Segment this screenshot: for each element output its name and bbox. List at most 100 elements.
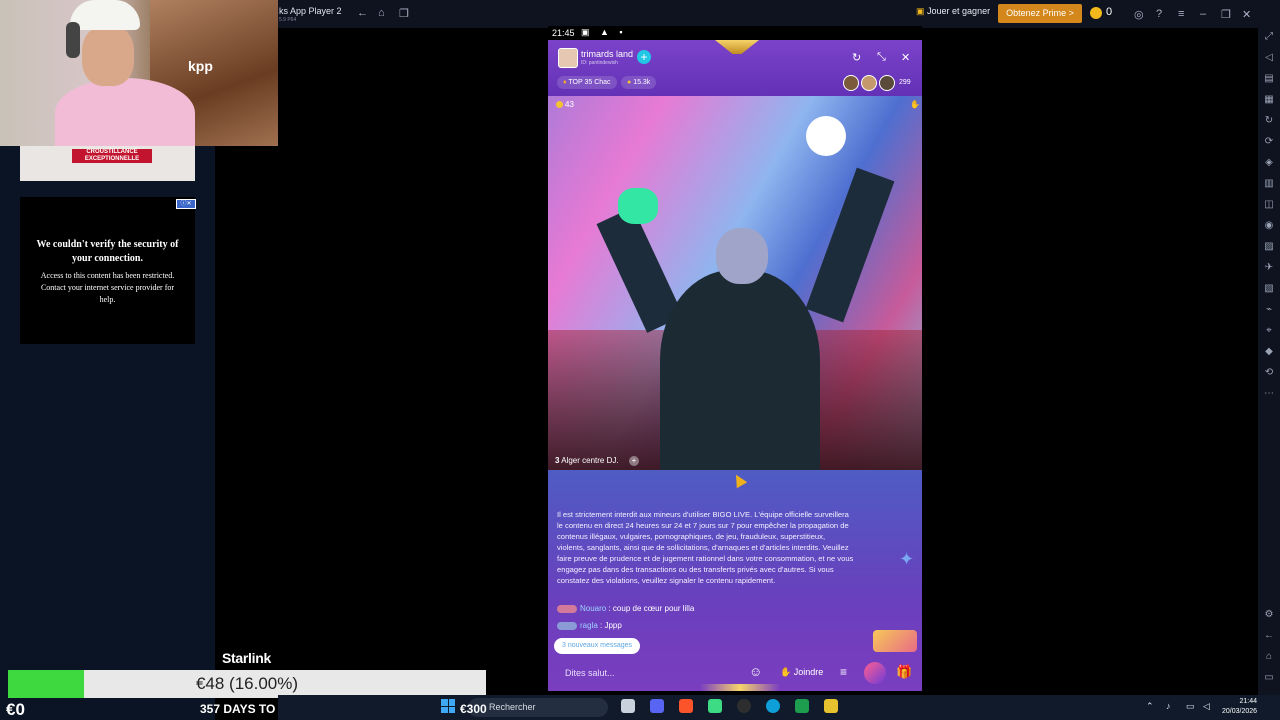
- close-icon[interactable]: ✕: [1242, 8, 1251, 21]
- room-rank: 3: [555, 456, 560, 465]
- join-button[interactable]: ✋ Joindre: [780, 667, 823, 678]
- controller-icon: ▣: [916, 6, 925, 16]
- bean-icon: ●: [627, 79, 632, 86]
- new-messages-button[interactable]: 3 nouveaux messages: [554, 638, 641, 654]
- excel-icon[interactable]: [795, 699, 809, 713]
- chat-text: : coup de cœur pour lilla: [608, 604, 695, 613]
- price-overlay: €300: [460, 702, 487, 716]
- level-badge: [557, 604, 577, 613]
- task-view-icon[interactable]: [621, 699, 635, 713]
- account-icon[interactable]: ◎: [1134, 8, 1144, 21]
- obs-icon[interactable]: [737, 699, 751, 713]
- rotate-icon[interactable]: ⟲: [1262, 366, 1276, 380]
- security-message: Access to this content has been restrict…: [40, 271, 175, 304]
- app-icon[interactable]: [824, 699, 838, 713]
- multitask-icon[interactable]: ❐: [399, 7, 409, 20]
- chat-message[interactable]: Nouaro : coup de cœur pour lilla: [557, 604, 694, 613]
- volume-icon[interactable]: ◁: [1262, 51, 1276, 65]
- likes-icon: [556, 101, 563, 108]
- share-icon[interactable]: ↻: [852, 51, 861, 64]
- host-id: ID: pantindewish: [581, 60, 618, 66]
- emoji-icon[interactable]: ☺: [749, 664, 762, 679]
- game-icon[interactable]: [864, 662, 886, 684]
- streamer-shirt: [55, 78, 195, 146]
- close-room-icon[interactable]: ✕: [901, 51, 910, 64]
- status-time: 21:45: [552, 28, 575, 38]
- macro-icon[interactable]: ↻: [1262, 114, 1276, 128]
- dj-head: [716, 228, 768, 284]
- join-label: Joindre: [793, 667, 824, 677]
- android-back-icon[interactable]: ←: [1262, 629, 1276, 643]
- help-icon[interactable]: ?: [1156, 8, 1162, 20]
- location-icon[interactable]: ⌖: [1262, 324, 1276, 338]
- viewer-count[interactable]: 299: [899, 79, 911, 86]
- add-room-icon[interactable]: +: [629, 456, 639, 466]
- performance-icon[interactable]: ▥: [1262, 177, 1276, 191]
- host-name[interactable]: trimards land: [581, 49, 633, 59]
- bluestacks-icon[interactable]: [708, 699, 722, 713]
- sync-icon[interactable]: ⟳: [1262, 135, 1276, 149]
- viewer-avatar[interactable]: [879, 75, 895, 91]
- footer-ornament: [700, 684, 780, 691]
- speaker-icon[interactable]: ◁: [1203, 701, 1210, 712]
- multi-instance-icon[interactable]: ▧: [1262, 282, 1276, 296]
- settings-icon[interactable]: ⚙: [1262, 608, 1276, 622]
- chat-username: Nouaro: [580, 604, 607, 613]
- donation-total: €0: [6, 700, 25, 719]
- menu-icon[interactable]: ≡: [840, 665, 847, 679]
- brave-icon[interactable]: [679, 699, 693, 713]
- rank-label: TOP 35 Chac: [568, 79, 611, 86]
- windows-start-icon[interactable]: [441, 699, 455, 713]
- app-title: ks App Player 2: [279, 6, 342, 16]
- rank-badge[interactable]: ♦ TOP 35 Chac: [557, 76, 617, 89]
- chat-input[interactable]: Dites salut...: [565, 668, 615, 678]
- eco-mode-icon[interactable]: ⌁: [1262, 303, 1276, 317]
- streamer-face: [82, 26, 134, 86]
- discord-icon[interactable]: [650, 699, 664, 713]
- coin-count: 0: [1106, 6, 1113, 18]
- minimize-room-icon[interactable]: ⤡: [877, 51, 886, 64]
- play-and-earn-button[interactable]: ▣ Jouer et gagner: [916, 6, 990, 17]
- chat-message[interactable]: ragla : Jppp: [557, 621, 622, 630]
- airplane-icon[interactable]: ✈: [1262, 261, 1276, 275]
- event-banner[interactable]: [873, 630, 917, 652]
- viewer-avatar[interactable]: [843, 75, 859, 91]
- media-icon[interactable]: ▨: [1262, 240, 1276, 254]
- network-icon[interactable]: ▭: [1186, 701, 1195, 712]
- gamepad-icon[interactable]: ◈: [1262, 156, 1276, 170]
- level-badge: [557, 621, 577, 630]
- microphone-icon[interactable]: ♪: [1166, 701, 1171, 711]
- more-icon[interactable]: ⋯: [1262, 387, 1276, 401]
- play-earn-label: Jouer et gagner: [927, 6, 991, 16]
- host-avatar[interactable]: [558, 48, 578, 68]
- android-home-icon[interactable]: ⌂: [1262, 650, 1276, 664]
- record-icon[interactable]: ◉: [1262, 219, 1276, 233]
- maximize-icon[interactable]: ❐: [1221, 8, 1231, 21]
- get-prime-button[interactable]: Obtenez Prime >: [998, 4, 1082, 23]
- follow-button[interactable]: +: [637, 50, 651, 64]
- keyboard-icon[interactable]: ▤: [1262, 72, 1276, 86]
- taskbar-clock[interactable]: 21:44 20/03/2026: [1222, 697, 1257, 717]
- apk-icon[interactable]: ▦: [1262, 93, 1276, 107]
- viewer-avatar[interactable]: [861, 75, 877, 91]
- back-icon[interactable]: ←: [357, 7, 368, 19]
- donation-goal-label: Starlink: [222, 650, 271, 666]
- beans-badge[interactable]: ● 15.3k: [621, 76, 657, 89]
- donation-goal-amount: €48 (16.00%): [195, 674, 299, 693]
- gift-icon[interactable]: 🎁: [896, 664, 912, 680]
- hand-icon[interactable]: ✋: [910, 100, 920, 109]
- ad-choices-icon[interactable]: ⓘ✕: [176, 199, 196, 209]
- screenshot-icon[interactable]: ◫: [1262, 198, 1276, 212]
- security-title: We couldn't verify the security of your …: [36, 239, 179, 264]
- minimize-icon[interactable]: –: [1200, 8, 1206, 20]
- streamer-cap: [70, 0, 140, 30]
- layers-icon[interactable]: ◆: [1262, 345, 1276, 359]
- menu-icon[interactable]: ≡: [1178, 8, 1184, 20]
- android-recents-icon[interactable]: ▭: [1262, 671, 1276, 685]
- edge-icon[interactable]: [766, 699, 780, 713]
- fullscreen-icon[interactable]: ⤢: [1262, 30, 1276, 44]
- home-icon[interactable]: ⌂: [378, 7, 385, 19]
- tray-chevron-icon[interactable]: ⌃: [1146, 701, 1154, 712]
- poster-text: kpp: [188, 58, 213, 74]
- emulator-sidebar: [1258, 28, 1280, 695]
